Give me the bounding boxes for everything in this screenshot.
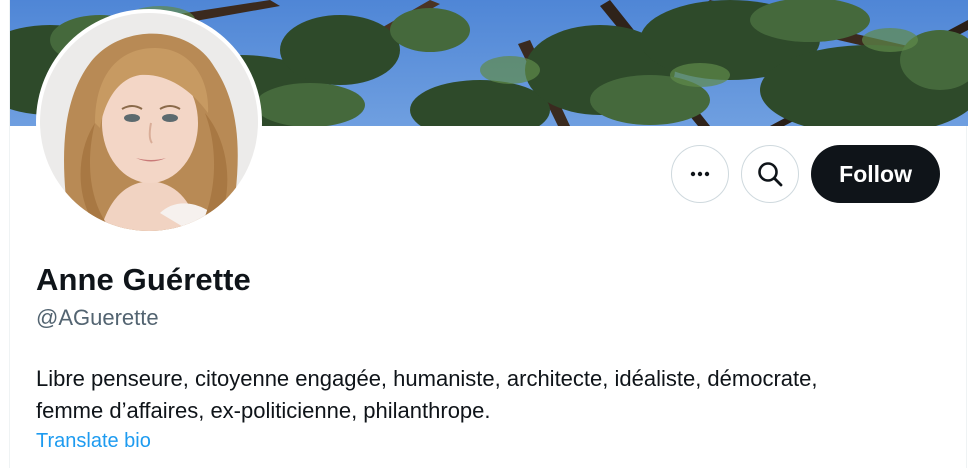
avatar[interactable] <box>36 9 262 235</box>
profile-actions: Follow <box>671 145 940 203</box>
user-handle: @AGuerette <box>36 305 159 330</box>
search-icon <box>758 162 783 187</box>
profile-photo <box>40 13 258 231</box>
search-profile-button[interactable] <box>741 145 800 203</box>
follow-button[interactable]: Follow <box>811 145 940 203</box>
bio-line: femme d’affaires, ex-politicienne, phila… <box>36 398 491 423</box>
more-options-button[interactable] <box>671 145 730 203</box>
translate-bio-link[interactable]: Translate bio <box>36 430 151 453</box>
more-horizontal-icon <box>690 171 710 177</box>
profile-card: Follow Anne Guérette @AGuerette Libre pe… <box>9 0 968 468</box>
display-name: Anne Guérette <box>36 262 251 297</box>
portrait-illustration <box>40 13 258 231</box>
bio-line: Libre penseure, citoyenne engagée, human… <box>36 366 818 391</box>
profile-bio: Libre penseure, citoyenne engagée, human… <box>36 363 936 427</box>
